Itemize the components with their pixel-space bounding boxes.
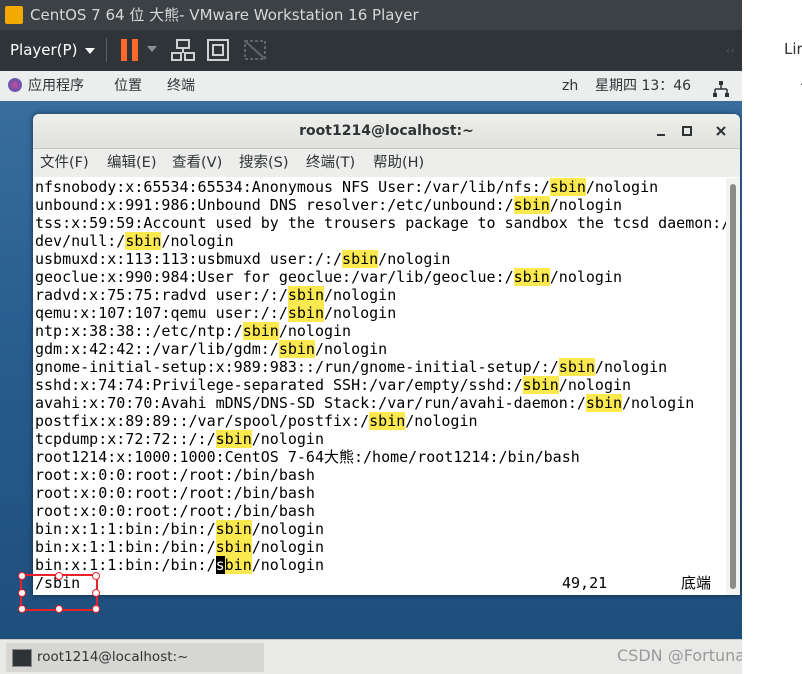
menu-terminal[interactable]: 终端(T) bbox=[306, 149, 355, 177]
terminal-scrollbar[interactable] bbox=[726, 178, 740, 595]
applications-label: 应用程序 bbox=[28, 78, 84, 94]
terminal-line: root:x:0:0:root:/root:/bin/bash bbox=[35, 484, 315, 502]
send-ctrl-alt-del-button[interactable] bbox=[170, 38, 196, 62]
search-match-highlight: sbin bbox=[215, 538, 252, 556]
vmware-logo-icon bbox=[5, 6, 23, 24]
network-keys-icon bbox=[171, 39, 195, 61]
terminal-line: dev/null:/sbin/nologin bbox=[35, 232, 234, 250]
pause-button[interactable] bbox=[118, 39, 142, 61]
terminal-line: avahi:x:70:70:Avahi mDNS/DNS-SD Stack:/v… bbox=[35, 394, 695, 412]
host-partial-text: Lir bbox=[784, 40, 802, 58]
player-menu-label: Player(P) bbox=[10, 41, 78, 59]
terminal-title: root1214@localhost:~ bbox=[299, 123, 474, 139]
menu-view[interactable]: 查看(V) bbox=[172, 149, 222, 177]
maximize-button[interactable] bbox=[678, 122, 696, 140]
search-match-highlight: sbin bbox=[278, 340, 315, 358]
terminal-titlebar[interactable]: root1214@localhost:~ bbox=[33, 114, 740, 149]
search-match-highlight: sbin bbox=[125, 232, 162, 250]
menu-file[interactable]: 文件(F) bbox=[40, 149, 89, 177]
search-match-highlight: sbin bbox=[513, 196, 550, 214]
vmware-title: CentOS 7 64 位 大熊- VMware Workstation 16 … bbox=[30, 6, 419, 24]
search-match-highlight: sbin bbox=[585, 394, 623, 412]
panel-clock[interactable]: 星期四 13：46 bbox=[595, 71, 691, 101]
terminal-app-menu[interactable]: 终端 bbox=[167, 71, 195, 101]
host-background: ‹‹ Lir . bbox=[726, 0, 802, 674]
vmware-titlebar: CentOS 7 64 位 大熊- VMware Workstation 16 … bbox=[0, 0, 742, 30]
terminal-line: geoclue:x:990:984:User for geoclue:/var/… bbox=[35, 268, 623, 286]
search-match-highlight: sbin bbox=[369, 412, 406, 430]
vmware-window: CentOS 7 64 位 大熊- VMware Workstation 16 … bbox=[0, 0, 742, 674]
close-button[interactable] bbox=[712, 122, 730, 140]
terminal-line: sshd:x:74:74:Privilege-separated SSH:/va… bbox=[35, 376, 632, 394]
pause-icon bbox=[121, 39, 127, 61]
search-command-line: /sbin bbox=[35, 574, 81, 592]
input-language-indicator[interactable]: zh bbox=[562, 71, 578, 101]
guest-desktop: 应用程序 位置 终端 zh 星期四 13：46 root1214@localho… bbox=[0, 71, 742, 674]
maximize-icon bbox=[682, 126, 692, 136]
terminal-line: postfix:x:89:89::/var/spool/postfix:/sbi… bbox=[35, 412, 478, 430]
close-icon bbox=[716, 126, 726, 136]
applications-menu[interactable]: 应用程序 bbox=[8, 71, 84, 101]
search-match-highlight: sbin bbox=[522, 376, 559, 394]
terminal-line: root1214:x:1000:1000:CentOS 7-64大熊:/home… bbox=[35, 448, 580, 466]
vmware-toolbar: Player(P) bbox=[0, 30, 742, 71]
search-match-highlight: sbin bbox=[287, 304, 324, 322]
player-menu-button[interactable]: Player(P) bbox=[10, 30, 96, 71]
terminal-line: root:x:0:0:root:/root:/bin/bash bbox=[35, 502, 315, 520]
search-match-highlight: sbin bbox=[513, 268, 550, 286]
menu-edit[interactable]: 编辑(E) bbox=[107, 149, 156, 177]
terminal-menubar: 文件(F) 编辑(E) 查看(V) 搜索(S) 终端(T) 帮助(H) bbox=[33, 149, 740, 177]
terminal-line: ntp:x:38:38::/etc/ntp:/sbin/nologin bbox=[35, 322, 352, 340]
gnome-foot-icon bbox=[8, 78, 22, 92]
search-match-highlight: sbin bbox=[558, 358, 595, 376]
search-match-highlight: sbin bbox=[549, 178, 586, 196]
search-match-highlight: sbin bbox=[215, 430, 252, 448]
terminal-line: usbmuxd:x:113:113:usbmuxd user:/:/sbin/n… bbox=[35, 250, 451, 268]
unity-icon bbox=[244, 40, 266, 60]
toolbar-divider bbox=[106, 38, 107, 62]
terminal-line: qemu:x:107:107:qemu user:/:/sbin/nologin bbox=[35, 304, 397, 322]
search-match-highlight: sbin bbox=[287, 286, 324, 304]
gnome-top-panel: 应用程序 位置 终端 zh 星期四 13：46 bbox=[0, 71, 742, 101]
menu-search[interactable]: 搜索(S) bbox=[239, 149, 289, 177]
terminal-line: bin:x:1:1:bin:/bin:/sbin/nologin bbox=[35, 520, 324, 538]
network-icon[interactable] bbox=[713, 78, 729, 97]
fullscreen-button[interactable] bbox=[205, 38, 231, 62]
taskbar-terminal-item[interactable]: root1214@localhost:~ bbox=[6, 643, 264, 672]
search-match-highlight: sbin bbox=[242, 322, 279, 340]
minimize-icon bbox=[657, 134, 665, 136]
outside-glyph: ‹‹ bbox=[726, 44, 735, 57]
terminal-icon bbox=[12, 649, 32, 667]
scrollbar-thumb[interactable] bbox=[730, 184, 736, 589]
search-match-highlight: sbin bbox=[342, 250, 379, 268]
terminal-line: nfsnobody:x:65534:65534:Anonymous NFS Us… bbox=[35, 178, 659, 196]
search-match-highlight: sbin bbox=[215, 520, 252, 538]
text-cursor: s bbox=[215, 556, 225, 574]
fullscreen-icon bbox=[207, 39, 229, 61]
places-menu[interactable]: 位置 bbox=[114, 71, 142, 101]
terminal-line: unbound:x:991:986:Unbound DNS resolver:/… bbox=[35, 196, 623, 214]
scroll-position: 底端 bbox=[681, 574, 712, 592]
minimize-button[interactable] bbox=[652, 122, 670, 140]
terminal-line: root:x:0:0:root:/root:/bin/bash bbox=[35, 466, 315, 484]
terminal-window: root1214@localhost:~ 文件(F) 编辑(E) 查看(V) 搜… bbox=[33, 114, 740, 595]
power-options-chevron-icon[interactable] bbox=[147, 46, 157, 52]
terminal-line: bin:x:1:1:bin:/bin:/sbin/nologin bbox=[35, 556, 324, 574]
terminal-line: bin:x:1:1:bin:/bin:/sbin/nologin bbox=[35, 538, 324, 556]
menu-help[interactable]: 帮助(H) bbox=[373, 149, 424, 177]
taskbar-terminal-label: root1214@localhost:~ bbox=[37, 649, 189, 665]
terminal-line: gdm:x:42:42::/var/lib/gdm:/sbin/nologin bbox=[35, 340, 388, 358]
terminal-line: radvd:x:75:75:radvd user:/:/sbin/nologin bbox=[35, 286, 397, 304]
chevron-down-icon bbox=[85, 47, 96, 54]
search-match-highlight: sbin bbox=[215, 556, 252, 574]
terminal-line: tcpdump:x:72:72::/:/sbin/nologin bbox=[35, 430, 324, 448]
terminal-line: gnome-initial-setup:x:989:983::/run/gnom… bbox=[35, 358, 668, 376]
unity-button[interactable] bbox=[242, 38, 268, 62]
terminal-line: tss:x:59:59:Account used by the trousers… bbox=[35, 214, 731, 232]
cursor-position: 49,21 bbox=[562, 574, 608, 592]
terminal-output[interactable]: nfsnobody:x:65534:65534:Anonymous NFS Us… bbox=[33, 178, 730, 595]
